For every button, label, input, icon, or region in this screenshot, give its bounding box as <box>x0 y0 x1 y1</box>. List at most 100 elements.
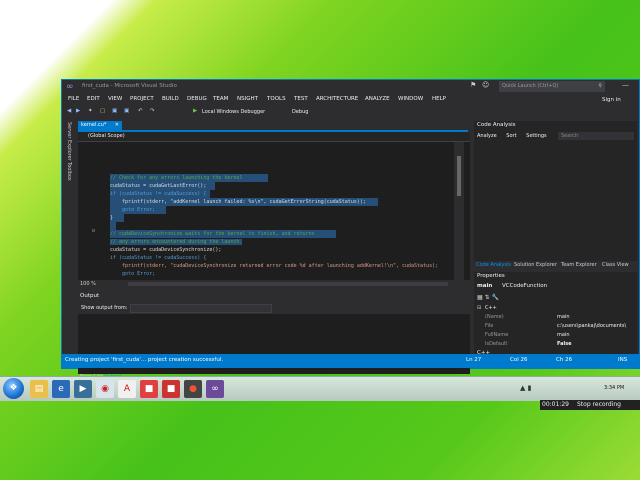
code-comment: // cudaDeviceSynchronize waits for the k… <box>110 231 315 237</box>
recorder-app-icon[interactable]: ● <box>184 380 202 398</box>
forward-icon[interactable]: ▶ <box>76 108 80 114</box>
start-button-icon[interactable]: ❖ <box>3 378 24 399</box>
tab-kernel-cu[interactable]: kernel.cu* ✕ <box>78 121 122 130</box>
code-line: if (cudaStatus != cudaSuccess) { <box>110 254 206 262</box>
editor-vertical-scrollbar[interactable] <box>454 142 464 280</box>
scope-navigation-bar[interactable]: (Global Scope) <box>78 132 470 142</box>
menu-window[interactable]: WINDOW <box>398 96 423 102</box>
property-value: main <box>557 314 570 320</box>
code-text: fprintf(stderr, "cudaDeviceSynchronize r… <box>110 263 439 269</box>
tab-class-view[interactable]: Class View <box>602 262 629 268</box>
menu-team[interactable]: TEAM <box>213 96 228 102</box>
visual-studio-window: ∞ first_cuda - Microsoft Visual Studio ⚑… <box>61 79 640 380</box>
chrome-icon[interactable]: ◉ <box>96 380 114 398</box>
code-analysis-search-input[interactable]: Search <box>558 132 634 140</box>
undo-icon[interactable]: ↶ <box>138 108 143 114</box>
redo-icon[interactable]: ↷ <box>150 108 155 114</box>
local-windows-debugger-button[interactable]: Local Windows Debugger <box>202 109 265 115</box>
code-text: fprintf(stderr, "addKernel launch failed… <box>110 199 366 205</box>
taskbar-clock[interactable]: 3:34 PM <box>604 385 624 391</box>
editor-horizontal-scrollbar[interactable] <box>128 282 448 286</box>
menu-view[interactable]: VIEW <box>108 96 122 102</box>
code-analysis-toolbar: Analyze Sort Settings <box>477 133 547 139</box>
property-row[interactable]: (Name) main <box>477 314 635 322</box>
show-output-from-label: Show output from: <box>81 305 128 311</box>
analyze-button[interactable]: Analyze <box>477 133 497 139</box>
property-row[interactable]: FullName main <box>477 332 635 340</box>
sort-button[interactable]: Sort <box>506 133 516 139</box>
new-project-icon[interactable]: ✦ <box>88 108 93 114</box>
toolbox-tab[interactable]: Toolbox <box>66 162 72 181</box>
code-editor[interactable]: // Check for any errors launching the ke… <box>78 142 470 280</box>
minimize-icon[interactable]: — <box>622 81 629 89</box>
visual-studio-taskbar-icon[interactable]: ∞ <box>206 380 224 398</box>
properties-object-type: VCCodeFunction <box>502 283 548 289</box>
output-panel-header: Output <box>78 292 470 302</box>
properties-title: Properties <box>477 273 505 279</box>
app-icon[interactable]: ■ <box>140 380 158 398</box>
collapse-icon[interactable]: ⊟ <box>477 305 481 311</box>
property-category[interactable]: ⊟ C++ <box>477 305 635 313</box>
start-debugging-icon[interactable]: ▶ <box>193 108 197 114</box>
code-text: if (cudaStatus != cudaSuccess) { <box>110 255 207 261</box>
property-value: c:\users\pankaj\documents\ <box>557 323 627 329</box>
save-icon[interactable]: ▣ <box>112 108 117 114</box>
server-explorer-tab[interactable]: Server Explorer <box>66 122 72 161</box>
menu-test[interactable]: TEST <box>294 96 308 102</box>
feedback-icon[interactable]: ☺ <box>482 81 489 89</box>
menu-edit[interactable]: EDIT <box>87 96 100 102</box>
pdf-icon[interactable]: ■ <box>162 380 180 398</box>
window-title: first_cuda - Microsoft Visual Studio <box>82 83 177 89</box>
fold-icon[interactable]: ⊟ <box>92 228 95 234</box>
close-icon[interactable]: ✕ <box>115 121 119 130</box>
menu-file[interactable]: FILE <box>68 96 79 102</box>
output-source-dropdown[interactable] <box>130 304 272 313</box>
settings-button[interactable]: Settings <box>526 133 547 139</box>
scrollbar-thumb[interactable] <box>457 156 461 196</box>
menu-tools[interactable]: TOOLS <box>267 96 286 102</box>
system-tray-icons[interactable]: ▲ ▮ <box>520 384 531 392</box>
internet-explorer-icon[interactable]: e <box>52 380 70 398</box>
status-column: Col 26 <box>510 357 528 363</box>
property-row[interactable]: IsDefault False <box>477 341 635 349</box>
properties-panel: Properties main VCCodeFunction ▦ ⇅ 🔧 ⊟ C… <box>474 272 637 358</box>
title-bar: ∞ first_cuda - Microsoft Visual Studio ⚑… <box>62 80 639 94</box>
notifications-icon[interactable]: ⚑ <box>470 81 476 89</box>
file-explorer-icon[interactable]: ▤ <box>30 380 48 398</box>
code-line: if (cudaStatus != cudaSuccess) { <box>110 190 210 198</box>
quick-launch-input[interactable]: Quick Launch (Ctrl+Q) ⚲ <box>499 81 605 92</box>
tab-team-explorer[interactable]: Team Explorer <box>561 262 597 268</box>
tab-solution-explorer[interactable]: Solution Explorer <box>514 262 557 268</box>
sign-in-link[interactable]: Sign in <box>602 97 621 103</box>
status-message: Creating project 'first_cuda'... project… <box>65 357 224 363</box>
property-value: False <box>557 341 572 347</box>
back-icon[interactable]: ◀ <box>67 108 71 114</box>
search-icon: ⚲ <box>598 83 602 89</box>
document-tabs: kernel.cu* ✕ <box>78 121 468 132</box>
solution-configuration-dropdown[interactable]: Debug <box>292 109 308 115</box>
property-value: main <box>557 332 570 338</box>
stop-recording-button[interactable]: Stop recording <box>577 401 621 408</box>
recording-timer: 00:01:29 <box>542 401 569 408</box>
zoom-level-dropdown[interactable]: 100 % <box>80 281 96 287</box>
menu-analyze[interactable]: ANALYZE <box>365 96 390 102</box>
visual-studio-logo-icon: ∞ <box>66 82 74 92</box>
menu-debug[interactable]: DEBUG <box>187 96 207 102</box>
property-row[interactable]: File c:\users\pankaj\documents\ <box>477 323 635 331</box>
quick-launch-placeholder: Quick Launch (Ctrl+Q) <box>502 83 559 89</box>
adobe-reader-icon[interactable]: A <box>118 380 136 398</box>
scope-dropdown[interactable]: (Global Scope) <box>88 133 125 139</box>
menu-nsight[interactable]: NSIGHT <box>237 96 258 102</box>
properties-toolbar-icons[interactable]: ▦ ⇅ 🔧 <box>477 294 499 301</box>
code-comment: // Check for any errors launching the ke… <box>110 175 243 181</box>
tab-code-analysis[interactable]: Code Analysis <box>476 262 511 268</box>
menu-build[interactable]: BUILD <box>162 96 179 102</box>
output-toolbar: Show output from: <box>78 303 470 313</box>
menu-architecture[interactable]: ARCHITECTURE <box>316 96 358 102</box>
save-all-icon[interactable]: ▣ <box>124 108 129 114</box>
media-player-icon[interactable]: ▶ <box>74 380 92 398</box>
open-file-icon[interactable]: ▢ <box>100 108 105 114</box>
menu-help[interactable]: HELP <box>432 96 446 102</box>
code-analysis-panel: Code Analysis Analyze Sort Settings Sear… <box>474 121 637 269</box>
menu-project[interactable]: PROJECT <box>130 96 154 102</box>
